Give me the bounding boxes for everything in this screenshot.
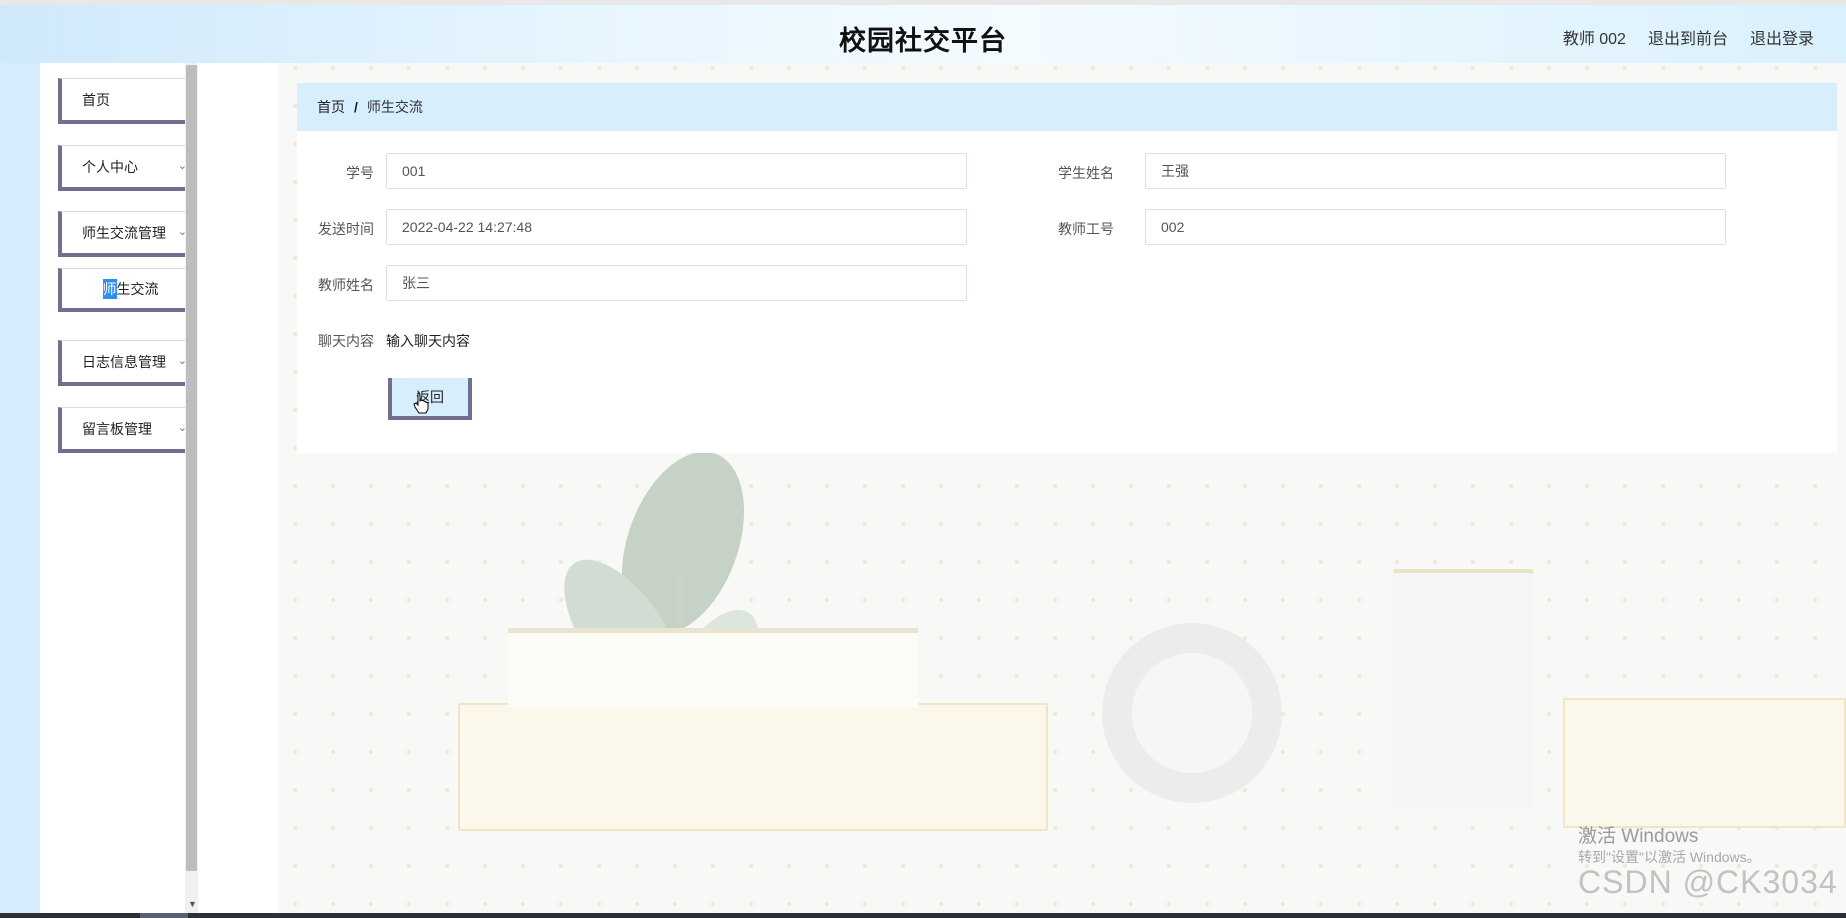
decor-cylinder (1393, 569, 1533, 809)
sidebar-item-label: 日志信息管理 (82, 353, 166, 370)
sidebar: 首页 个人中心 ⌄ 师生交流管理 ⌄ 师生交流 日志信息管理 ⌄ 留言板管理 ⌄ (40, 63, 203, 913)
sidebar-scrollbar[interactable]: ▼ (185, 63, 198, 913)
sidebar-item-exchange-management[interactable]: 师生交流管理 ⌄ (58, 211, 203, 257)
sidebar-subitem-exchange[interactable]: 师生交流 (58, 268, 203, 312)
decor-box-left-top (508, 628, 918, 708)
decor-ring (1102, 623, 1282, 803)
windows-activation-title: 激活 Windows (1578, 826, 1699, 847)
teacher-id-field[interactable]: 002 (1145, 209, 1726, 245)
scrollbar-thumb[interactable] (186, 65, 197, 871)
teacher-name-field[interactable]: 张三 (386, 265, 967, 301)
sidebar-item-label: 留言板管理 (82, 420, 152, 437)
detail-form-panel: 学号 001 学生姓名 王强 发送时间 2022-04-22 14:27:48 … (297, 131, 1837, 453)
send-time-field[interactable]: 2022-04-22 14:27:48 (386, 209, 967, 245)
taskbar-item[interactable] (140, 913, 188, 918)
sidebar-item-message-board[interactable]: 留言板管理 ⌄ (58, 407, 203, 453)
taskbar (0, 913, 1846, 918)
decor-box-left (458, 703, 1048, 831)
header-links: 教师 002 退出到前台 退出登录 (1563, 25, 1814, 49)
chat-content-label: 聊天内容 (318, 333, 374, 349)
chat-content-value: 输入聊天内容 (386, 333, 470, 349)
decor-box-right (1563, 698, 1846, 828)
sidebar-item-home[interactable]: 首页 (58, 78, 203, 124)
send-time-label: 发送时间 (318, 221, 374, 237)
scroll-down-arrow-icon[interactable]: ▼ (188, 899, 197, 909)
left-rail (0, 63, 40, 913)
sidebar-item-label: 首页 (82, 91, 110, 108)
breadcrumb-separator: / (354, 99, 358, 115)
breadcrumb-home[interactable]: 首页 (317, 97, 345, 117)
teacher-name-label: 教师姓名 (318, 277, 374, 293)
breadcrumb: 首页 / 师生交流 (297, 83, 1837, 131)
sidebar-item-label: 生交流 (116, 280, 159, 297)
text-selection-highlight: 师 (102, 278, 117, 299)
back-button[interactable]: 返回 (388, 378, 472, 420)
student-name-field[interactable]: 王强 (1145, 153, 1726, 189)
csdn-watermark: CSDN @CK3034 (1578, 864, 1838, 900)
student-id-field[interactable]: 001 (386, 153, 967, 189)
sidebar-item-personal-center[interactable]: 个人中心 ⌄ (58, 145, 203, 191)
student-name-label: 学生姓名 (1058, 165, 1114, 181)
current-user-label[interactable]: 教师 002 (1563, 25, 1626, 49)
teacher-id-label: 教师工号 (1058, 221, 1114, 237)
sidebar-item-log-management[interactable]: 日志信息管理 ⌄ (58, 340, 203, 386)
student-id-label: 学号 (346, 165, 374, 181)
sidebar-item-label: 个人中心 (82, 158, 138, 175)
sidebar-item-label: 师生交流管理 (82, 224, 166, 241)
exit-to-frontend-link[interactable]: 退出到前台 (1648, 25, 1728, 49)
breadcrumb-current: 师生交流 (366, 99, 423, 115)
mouse-pointer-icon (413, 392, 429, 414)
logout-link[interactable]: 退出登录 (1750, 25, 1814, 49)
app-header: 校园社交平台 教师 002 退出到前台 退出登录 (0, 5, 1846, 63)
